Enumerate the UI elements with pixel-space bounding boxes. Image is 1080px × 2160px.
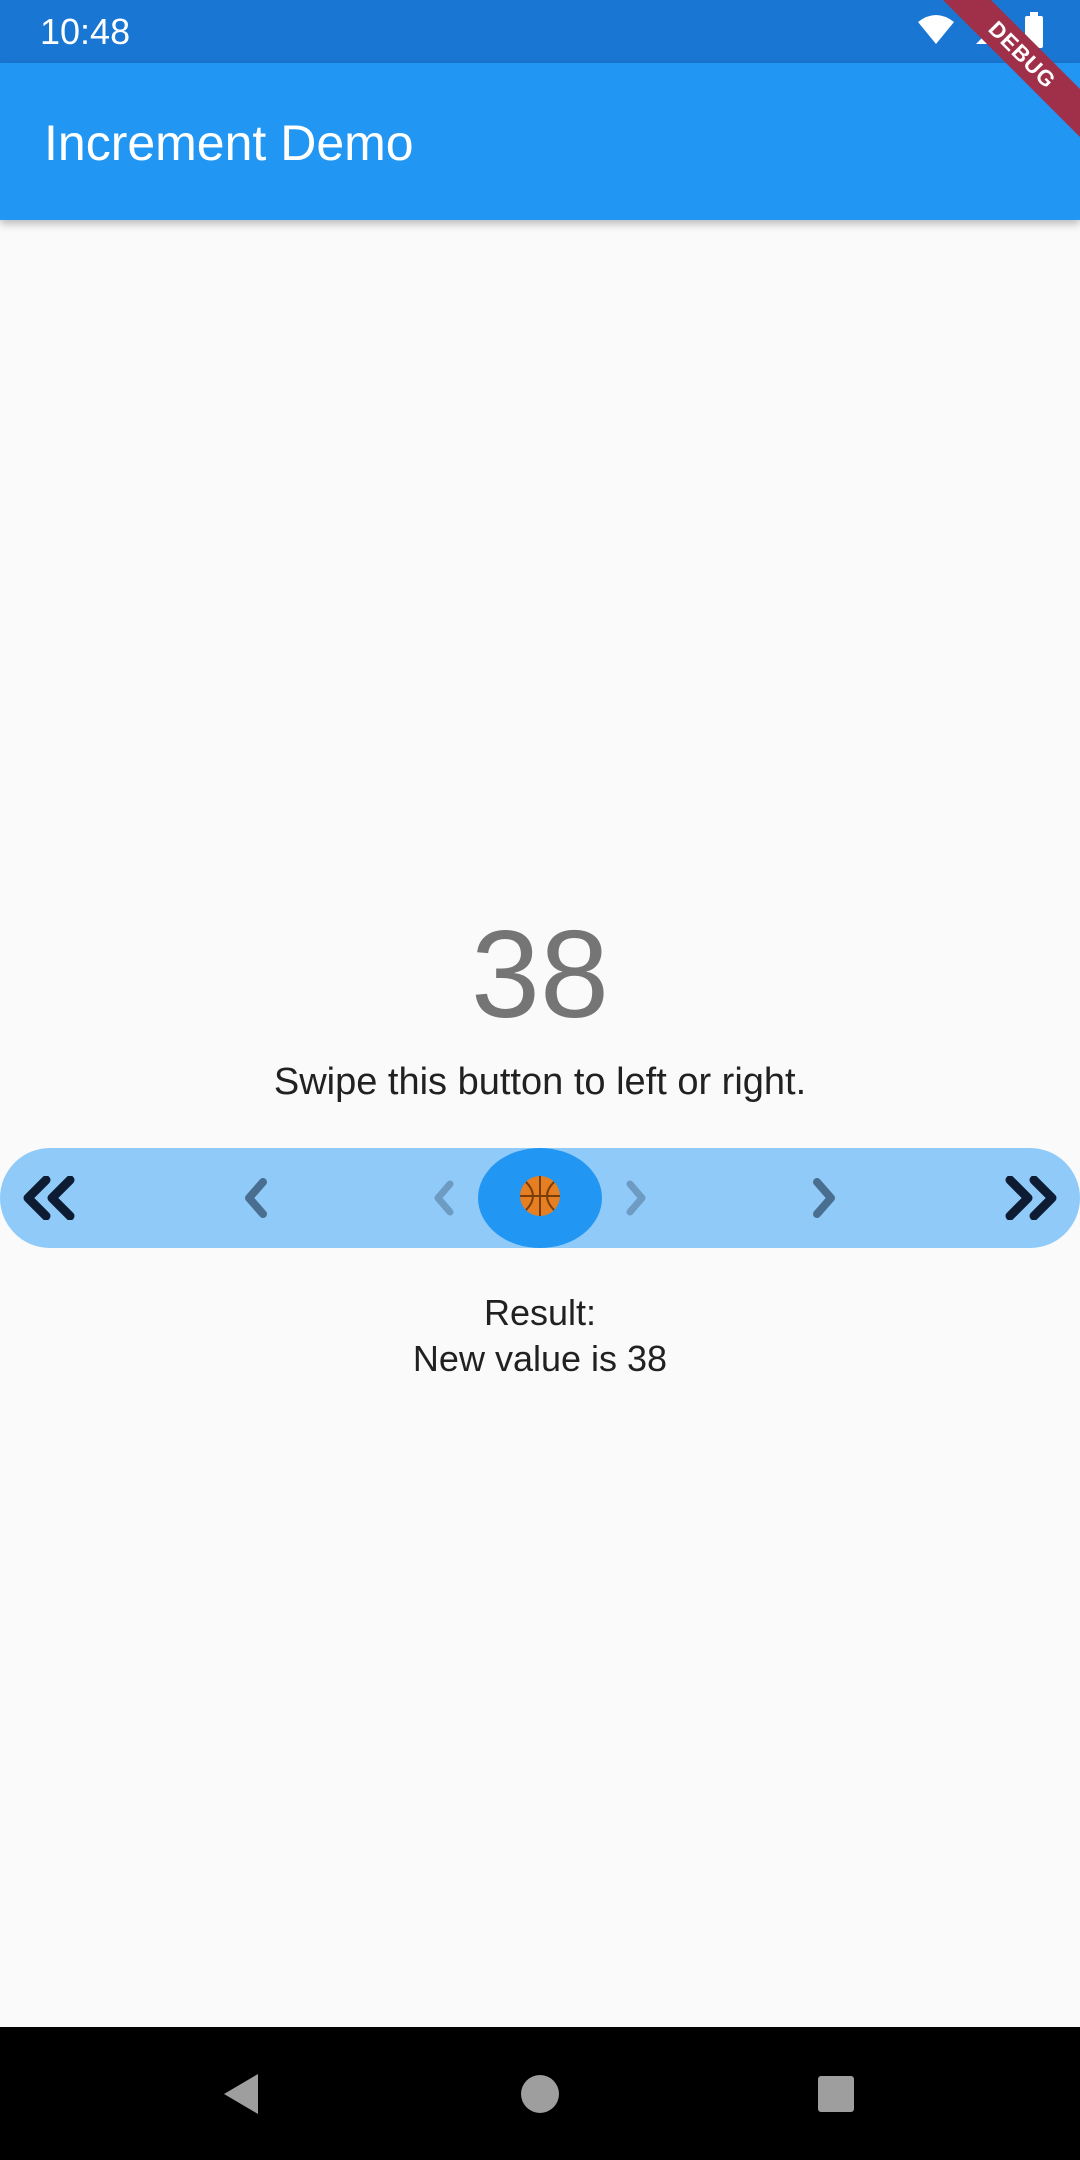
basketball-icon xyxy=(518,1174,562,1223)
nav-bar xyxy=(0,2027,1080,2160)
main-content: 38 Swipe this button to left or right. R… xyxy=(0,220,1080,2027)
app-bar: Increment Demo xyxy=(0,63,1080,220)
chevron-left-icon xyxy=(232,1148,278,1248)
status-icons xyxy=(916,11,1044,53)
swipe-knob[interactable] xyxy=(478,1148,602,1248)
battery-icon xyxy=(1024,11,1044,53)
app-title: Increment Demo xyxy=(44,115,414,171)
signal-icon xyxy=(974,14,1006,51)
status-time: 10:48 xyxy=(40,11,131,52)
double-chevron-left-icon xyxy=(18,1148,82,1248)
result-value: New value is 38 xyxy=(412,1338,668,1379)
wifi-icon xyxy=(916,14,956,51)
status-bar: 10:48 xyxy=(0,0,1080,63)
swipe-instructions: Swipe this button to left or right. xyxy=(273,1061,807,1103)
result-block: Result: New value is 38 xyxy=(0,1290,1080,1382)
chevron-right-icon xyxy=(802,1148,848,1248)
chevron-right-faint-icon xyxy=(616,1148,656,1248)
double-chevron-right-icon xyxy=(998,1148,1062,1248)
recents-icon[interactable] xyxy=(796,2027,876,2160)
chevron-left-faint-icon xyxy=(424,1148,464,1248)
home-icon[interactable] xyxy=(500,2027,580,2160)
counter-value: 38 xyxy=(471,906,609,1044)
back-icon[interactable] xyxy=(200,2027,280,2160)
result-label: Result: xyxy=(483,1292,597,1333)
